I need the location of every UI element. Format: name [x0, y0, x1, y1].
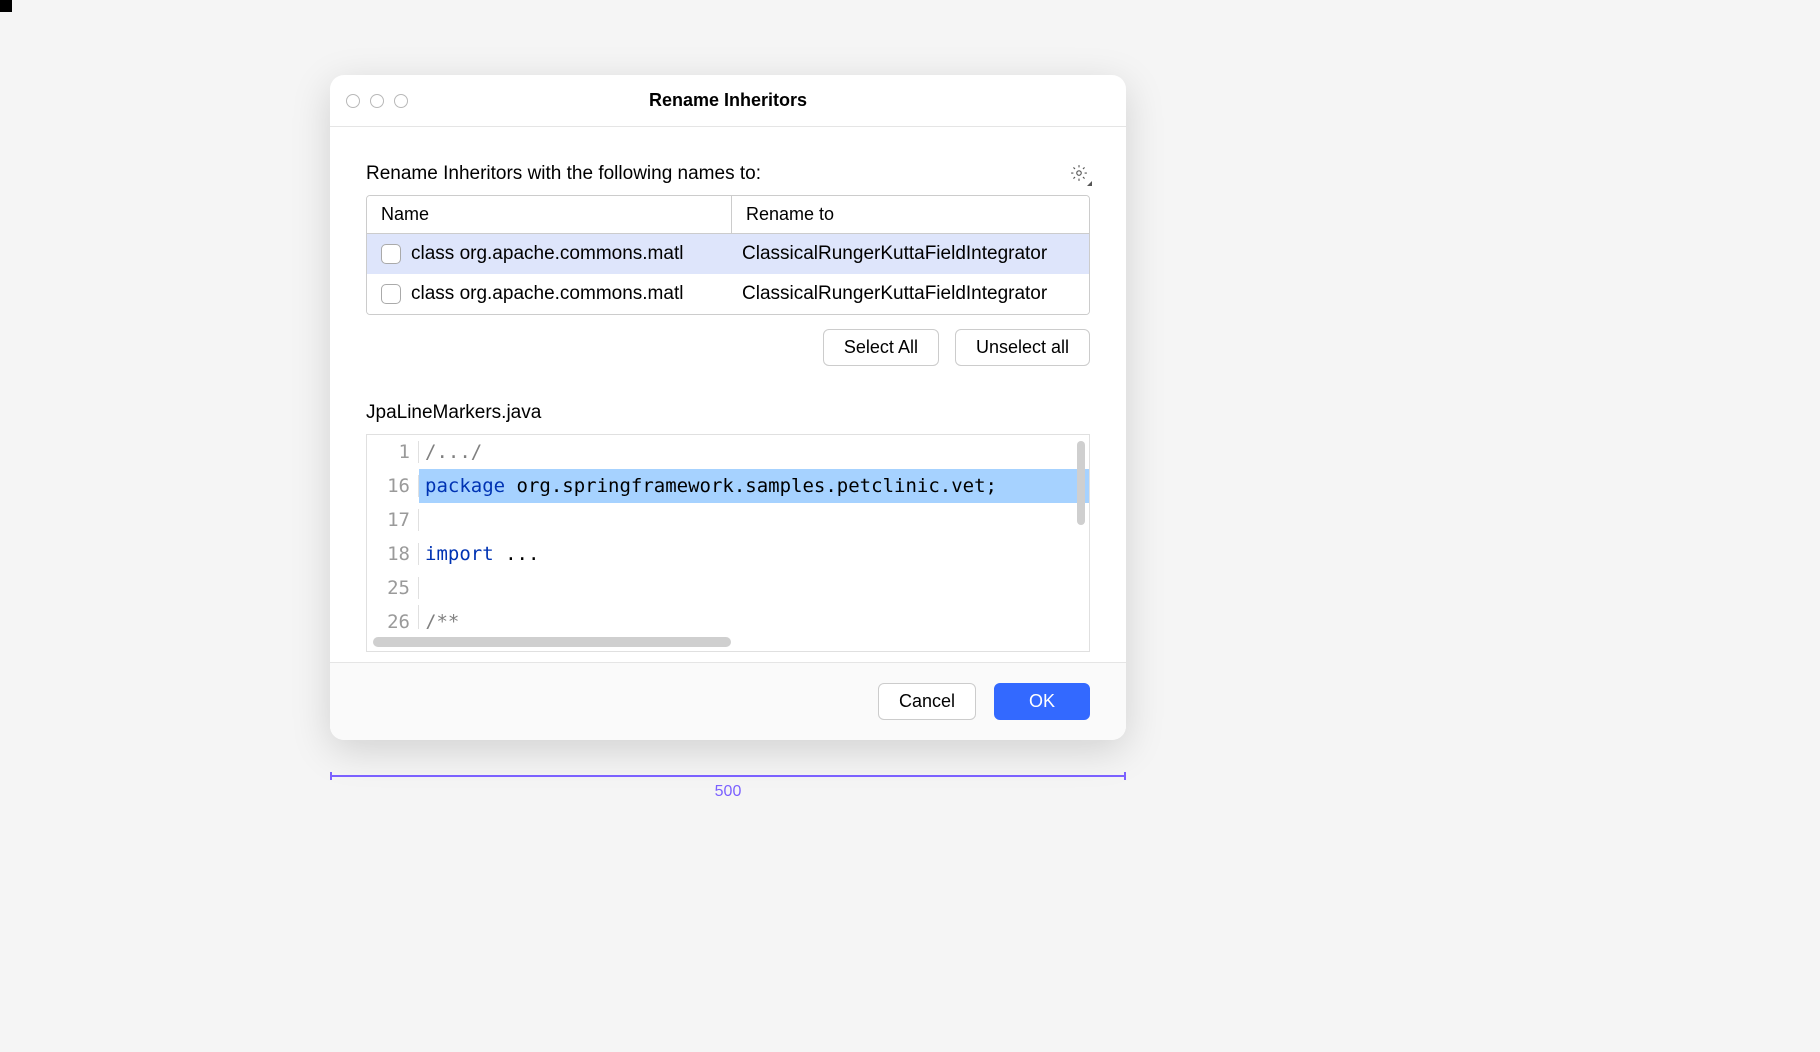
- class-name-text: class org.apache.commons.matl: [411, 243, 683, 265]
- code-line: 17: [367, 503, 1089, 537]
- cell-rename-to: ClassicalRungerKuttaFieldIntegrator: [732, 283, 1089, 305]
- selection-buttons: Select All Unselect all: [366, 329, 1090, 366]
- code-text: /**: [419, 605, 459, 629]
- ruler-line: [330, 775, 1126, 777]
- cell-name: class org.apache.commons.matl: [367, 283, 732, 305]
- line-number: 16: [367, 475, 419, 497]
- code-text: /.../: [419, 441, 482, 463]
- line-number: 18: [367, 543, 419, 565]
- cell-rename-to: ClassicalRungerKuttaFieldIntegrator: [732, 243, 1089, 265]
- page-corner-marker: [0, 0, 12, 12]
- gear-icon: [1070, 164, 1088, 182]
- dialog-footer: Cancel OK: [330, 662, 1126, 740]
- zoom-window-button[interactable]: [394, 94, 408, 108]
- select-all-button[interactable]: Select All: [823, 329, 939, 366]
- row-checkbox[interactable]: [381, 244, 401, 264]
- code-text: import ...: [419, 543, 539, 565]
- line-number: 25: [367, 577, 419, 599]
- column-header-name[interactable]: Name: [367, 196, 732, 233]
- ruler-tick-left: [330, 772, 332, 780]
- line-number: 17: [367, 509, 419, 531]
- preview-filename: JpaLineMarkers.java: [366, 402, 1090, 424]
- row-checkbox[interactable]: [381, 284, 401, 304]
- class-name-text: class org.apache.commons.matl: [411, 283, 683, 305]
- column-header-rename-to[interactable]: Rename to: [732, 196, 1089, 233]
- table-header: Name Rename to: [367, 196, 1089, 234]
- resize-grip-icon: [1087, 181, 1092, 186]
- ok-button[interactable]: OK: [994, 683, 1090, 720]
- cancel-button[interactable]: Cancel: [878, 683, 976, 720]
- code-line: 25: [367, 571, 1089, 605]
- line-number: 1: [367, 441, 419, 463]
- line-number: 26: [367, 605, 419, 629]
- ruler-value: 500: [330, 783, 1126, 801]
- dimension-ruler: 500: [330, 775, 1126, 801]
- code-preview[interactable]: 1 /.../ 16 package org.springframework.s…: [366, 434, 1090, 652]
- horizontal-scrollbar[interactable]: [373, 637, 731, 647]
- code-text: package org.springframework.samples.petc…: [419, 469, 1089, 503]
- ruler-tick-right: [1124, 772, 1126, 780]
- code-line: 1 /.../: [367, 435, 1089, 469]
- titlebar: Rename Inheritors: [330, 75, 1126, 127]
- dialog-title: Rename Inheritors: [346, 90, 1110, 111]
- code-line: 16 package org.springframework.samples.p…: [367, 469, 1089, 503]
- close-window-button[interactable]: [346, 94, 360, 108]
- table-row[interactable]: class org.apache.commons.matl ClassicalR…: [367, 234, 1089, 274]
- prompt-row: Rename Inheritors with the following nam…: [366, 163, 1090, 185]
- table-row[interactable]: class org.apache.commons.matl ClassicalR…: [367, 274, 1089, 314]
- settings-button[interactable]: [1070, 164, 1090, 184]
- prompt-text: Rename Inheritors with the following nam…: [366, 163, 761, 185]
- minimize-window-button[interactable]: [370, 94, 384, 108]
- code-line: 18 import ...: [367, 537, 1089, 571]
- code-line: 26 /**: [367, 605, 1089, 629]
- inheritors-table: Name Rename to class org.apache.commons.…: [366, 195, 1090, 315]
- rename-inheritors-dialog: Rename Inheritors Rename Inheritors with…: [330, 75, 1126, 740]
- dialog-content: Rename Inheritors with the following nam…: [330, 127, 1126, 652]
- unselect-all-button[interactable]: Unselect all: [955, 329, 1090, 366]
- window-controls: [346, 94, 408, 108]
- vertical-scrollbar[interactable]: [1077, 441, 1085, 525]
- cell-name: class org.apache.commons.matl: [367, 243, 732, 265]
